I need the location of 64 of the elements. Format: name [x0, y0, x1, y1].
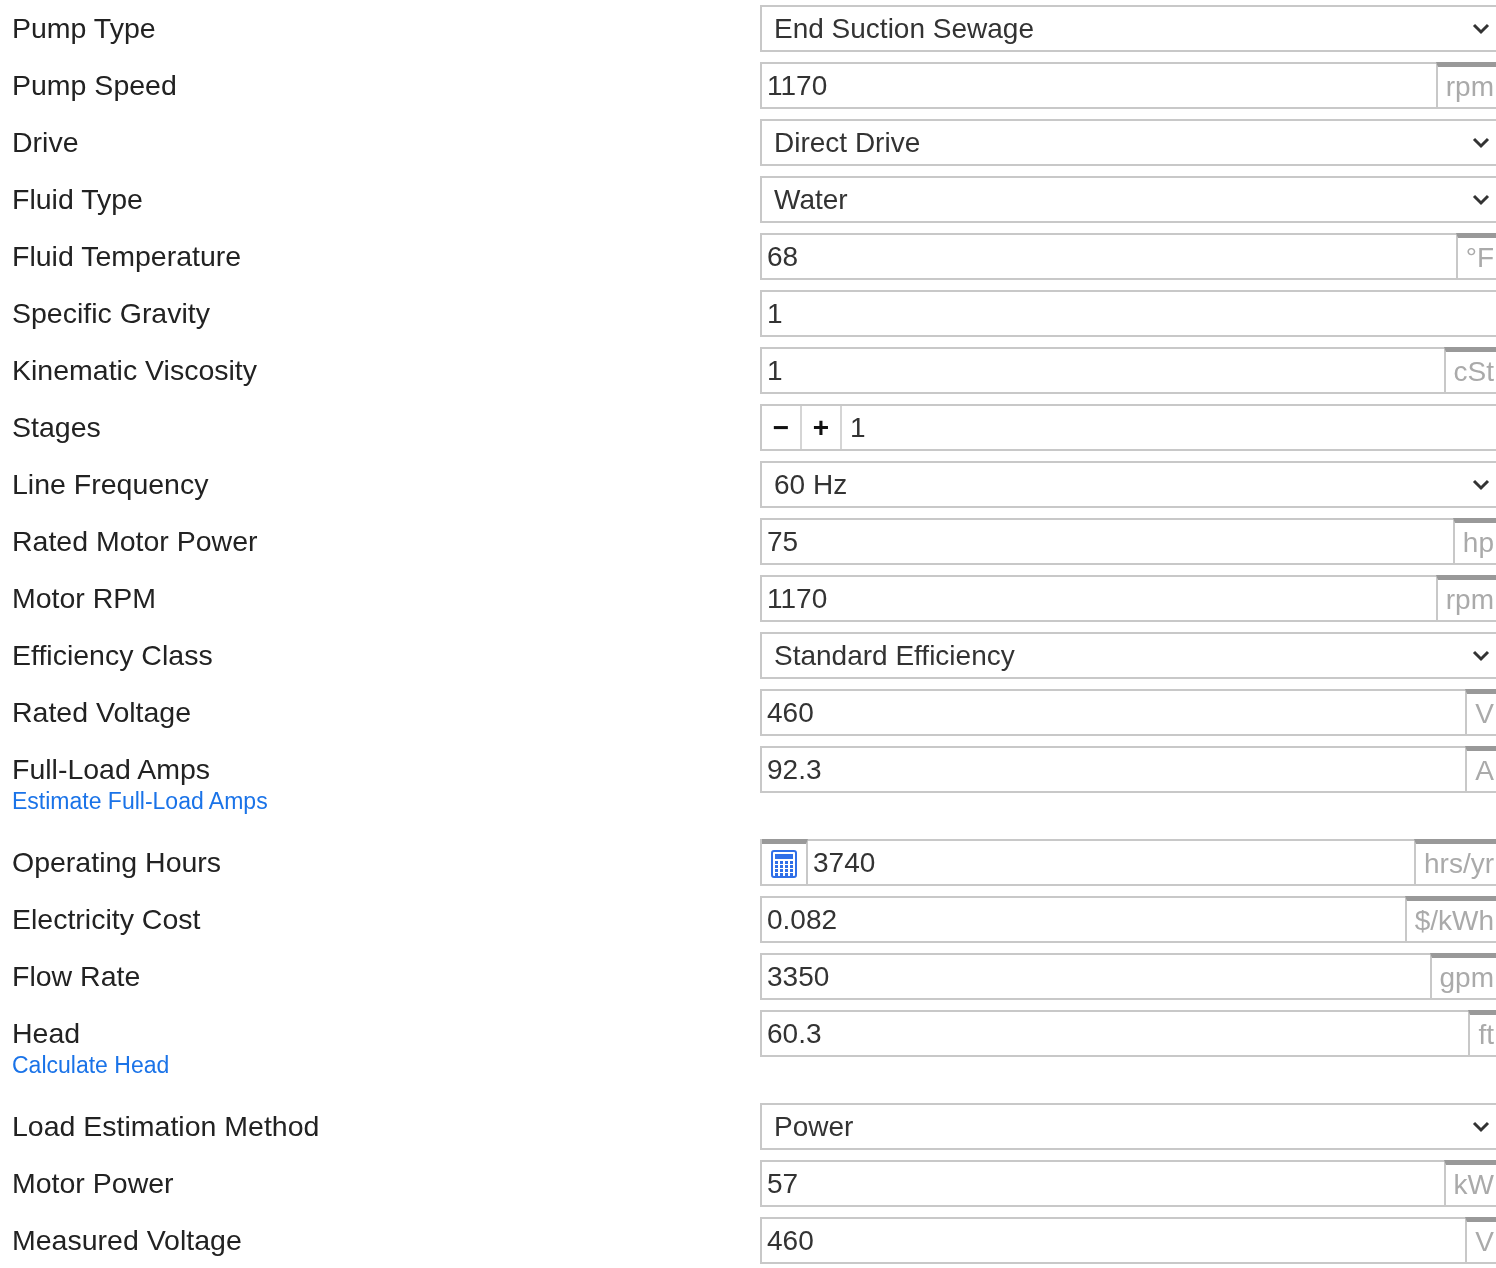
unit-label: $/kWh [1404, 896, 1496, 941]
number-field[interactable]: 0.082 $/kWh [760, 896, 1496, 943]
calculator-icon[interactable] [771, 850, 797, 878]
field-label: Full-Load Amps [12, 752, 211, 787]
dropdown[interactable]: 60 Hz [760, 461, 1496, 508]
unit-label: hrs/yr [1414, 839, 1496, 884]
unit-label: hp [1452, 518, 1496, 563]
number-field[interactable]: 57 kW [760, 1160, 1496, 1207]
field-label: Kinematic Viscosity [12, 353, 258, 388]
number-field[interactable]: 68 °F [760, 233, 1496, 280]
dropdown[interactable]: Direct Drive [760, 119, 1496, 166]
dropdown[interactable]: Power [760, 1103, 1496, 1150]
field-label: Head [12, 1016, 82, 1051]
number-field[interactable]: 1 [760, 290, 1496, 337]
field-label: Load Estimation Method [12, 1109, 321, 1144]
chevron-icon [1472, 22, 1490, 35]
number-field[interactable]: 60.3 ft [760, 1010, 1496, 1057]
unit-label: cSt [1443, 347, 1496, 392]
unit-label: kW [1443, 1160, 1496, 1205]
chevron-icon [1472, 478, 1490, 491]
unit-label: rpm [1435, 575, 1496, 620]
field-label: Pump Type [12, 11, 157, 46]
number-field[interactable]: 3740 hrs/yr [760, 839, 1496, 886]
unit-label: gpm [1429, 953, 1496, 998]
stepper-field[interactable]: − + 1 [760, 404, 1496, 451]
chevron-icon [1472, 649, 1490, 662]
dropdown[interactable]: Water [760, 176, 1496, 223]
field-label: Pump Speed [12, 68, 178, 103]
help-link[interactable]: Calculate Head [12, 1053, 170, 1077]
number-field[interactable]: 1170 rpm [760, 575, 1496, 622]
field-label: Stages [12, 410, 102, 445]
unit-label: ft [1468, 1010, 1496, 1055]
number-field[interactable]: 92.3 A [760, 746, 1496, 793]
field-label: Efficiency Class [12, 638, 214, 673]
help-link[interactable]: Estimate Full-Load Amps [12, 789, 268, 813]
field-label: Motor Power [12, 1166, 175, 1201]
number-field[interactable]: 460 V [760, 1217, 1496, 1264]
number-field[interactable]: 75 hp [760, 518, 1496, 565]
number-field[interactable]: 1 cSt [760, 347, 1496, 394]
number-field[interactable]: 1170 rpm [760, 62, 1496, 109]
field-label: Specific Gravity [12, 296, 211, 331]
field-label: Fluid Temperature [12, 239, 243, 274]
unit-label: rpm [1435, 62, 1496, 107]
field-label: Rated Motor Power [12, 524, 259, 559]
unit-label: °F [1455, 233, 1496, 278]
dropdown[interactable]: Standard Efficiency [760, 632, 1496, 679]
field-label: Motor RPM [12, 581, 158, 616]
dropdown[interactable]: End Suction Sewage [760, 5, 1496, 52]
field-label: Flow Rate [12, 959, 142, 994]
chevron-icon [1472, 193, 1490, 206]
number-field[interactable]: 460 V [760, 689, 1496, 736]
unit-label: V [1465, 1217, 1496, 1262]
field-label: Measured Voltage [12, 1223, 243, 1258]
field-label: Operating Hours [12, 845, 223, 880]
field-label: Rated Voltage [12, 695, 193, 730]
unit-label: A [1465, 746, 1496, 791]
field-label: Electricity Cost [12, 902, 202, 937]
chevron-icon [1472, 1120, 1490, 1133]
unit-label: V [1465, 689, 1496, 734]
field-label: Line Frequency [12, 467, 210, 502]
number-field[interactable]: 3350 gpm [760, 953, 1496, 1000]
field-label: Drive [12, 125, 80, 160]
chevron-icon [1472, 136, 1490, 149]
field-label: Fluid Type [12, 182, 144, 217]
